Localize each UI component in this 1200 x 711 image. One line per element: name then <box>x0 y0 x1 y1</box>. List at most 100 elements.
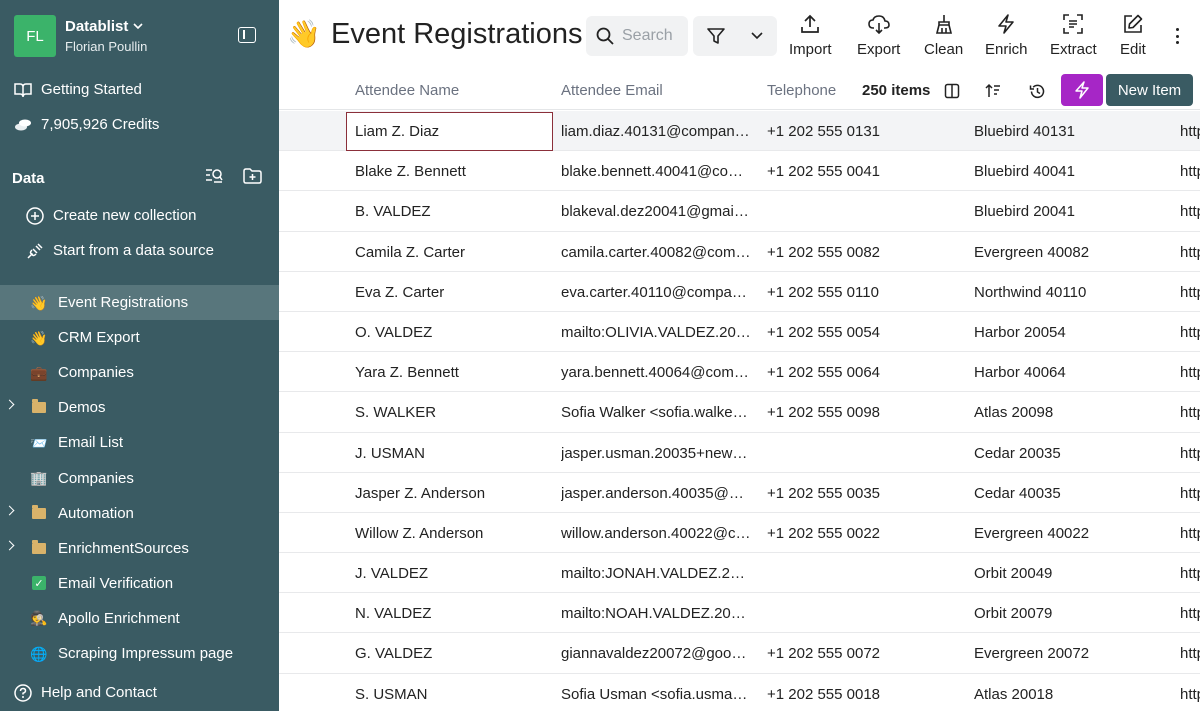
attendee-name-cell[interactable]: S. USMAN <box>355 686 428 703</box>
url-cell[interactable]: https <box>1180 525 1200 542</box>
column-header-attendee-email[interactable]: Attendee Email <box>561 82 663 99</box>
sidebar-collection-item[interactable]: EnrichmentSources <box>0 531 279 566</box>
telephone-cell[interactable]: +1 202 555 0054 <box>767 324 880 341</box>
attendee-email-cell[interactable]: yara.bennett.40064@company-example.com <box>561 364 751 381</box>
table-row[interactable]: G. VALDEZ giannavaldez20072@googlemail.co… <box>279 633 1200 674</box>
clean-button[interactable]: Clean <box>924 12 963 62</box>
attendee-name-cell[interactable]: J. USMAN <box>355 445 425 462</box>
more-options-icon[interactable] <box>1168 26 1186 46</box>
url-cell[interactable]: https <box>1180 163 1200 180</box>
attendee-email-cell[interactable]: blakeval.dez20041@gmail.com <box>561 203 751 220</box>
company-cell[interactable]: Atlas 20098 <box>974 404 1053 421</box>
table-row[interactable]: O. VALDEZ mailto:OLIVIA.VALDEZ.20054@EXAM… <box>279 312 1200 353</box>
table-row[interactable]: Liam Z. Diaz liam.diaz.40131@company-exam… <box>279 111 1200 152</box>
table-row[interactable]: Camila Z. Carter camila.carter.40082@comp… <box>279 232 1200 272</box>
new-item-button[interactable]: New Item <box>1106 74 1193 106</box>
sidebar-collection-item[interactable]: 👋 CRM Export <box>0 320 279 355</box>
attendee-email-cell[interactable]: camila.carter.40082@company-example.com <box>561 244 751 261</box>
sidebar-item-credits[interactable]: 7,905,926 Credits <box>0 107 279 142</box>
company-cell[interactable]: Bluebird 20041 <box>974 203 1075 220</box>
attendee-name-cell[interactable]: O. VALDEZ <box>355 324 432 341</box>
table-row[interactable]: J. VALDEZ mailto:JONAH.VALDEZ.20049@EXAMP… <box>279 553 1200 594</box>
company-cell[interactable]: Orbit 20079 <box>974 605 1052 622</box>
company-cell[interactable]: Bluebird 40131 <box>974 123 1075 140</box>
telephone-cell[interactable]: +1 202 555 0098 <box>767 404 880 421</box>
company-cell[interactable]: Evergreen 40022 <box>974 525 1089 542</box>
company-cell[interactable]: Orbit 20049 <box>974 565 1052 582</box>
attendee-email-cell[interactable]: giannavaldez20072@googlemail.com <box>561 645 751 662</box>
table-row[interactable]: S. WALKER Sofia Walker <sofia.walker.2009… <box>279 392 1200 433</box>
company-cell[interactable]: Evergreen 20072 <box>974 645 1089 662</box>
chevron-right-icon[interactable] <box>4 540 15 551</box>
attendee-email-cell[interactable]: jasper.anderson.40035@company-example.co… <box>561 485 751 502</box>
new-folder-icon[interactable] <box>243 168 262 184</box>
table-row[interactable]: B. VALDEZ blakeval.dez20041@gmail.com Blue… <box>279 191 1200 232</box>
attendee-name-cell[interactable]: J. VALDEZ <box>355 565 428 582</box>
url-cell[interactable]: https <box>1180 244 1200 261</box>
url-cell[interactable]: https <box>1180 324 1200 341</box>
url-cell[interactable]: https <box>1180 605 1200 622</box>
url-cell[interactable]: https <box>1180 203 1200 220</box>
chevron-right-icon[interactable] <box>4 399 15 410</box>
filter-button[interactable] <box>693 16 777 56</box>
telephone-cell[interactable]: +1 202 555 0018 <box>767 686 880 703</box>
attendee-name-cell[interactable]: Blake Z. Bennett <box>355 163 466 180</box>
avatar[interactable]: FL <box>14 15 56 57</box>
telephone-cell[interactable]: +1 202 555 0064 <box>767 364 880 381</box>
url-cell[interactable]: https <box>1180 123 1200 140</box>
table-row[interactable]: N. VALDEZ mailto:NOAH.VALDEZ.20079@EXAMPL… <box>279 593 1200 634</box>
attendee-email-cell[interactable]: jasper.usman.20035+newsletter@example.co… <box>561 445 751 462</box>
table-row[interactable]: Blake Z. Bennett blake.bennett.40041@comp… <box>279 151 1200 192</box>
url-cell[interactable]: https <box>1180 485 1200 502</box>
attendee-email-cell[interactable]: mailto:NOAH.VALDEZ.20079@EXAMPLE.COM <box>561 605 751 622</box>
company-cell[interactable]: Evergreen 40082 <box>974 244 1089 261</box>
company-cell[interactable]: Atlas 20018 <box>974 686 1053 703</box>
attendee-email-cell[interactable]: Sofia Walker <sofia.walker.20098@example… <box>561 404 751 421</box>
search-collections-icon[interactable] <box>205 168 223 184</box>
url-cell[interactable]: https <box>1180 364 1200 381</box>
table-row[interactable]: S. USMAN Sofia Usman <sofia.usman.20018@e… <box>279 674 1200 711</box>
telephone-cell[interactable]: +1 202 555 0035 <box>767 485 880 502</box>
table-row[interactable]: Willow Z. Anderson willow.anderson.40022@… <box>279 513 1200 554</box>
url-cell[interactable]: https <box>1180 565 1200 582</box>
edit-button[interactable]: Edit <box>1120 12 1146 62</box>
attendee-email-cell[interactable]: willow.anderson.40022@company-example.co… <box>561 525 751 542</box>
table-row[interactable]: Eva Z. Carter eva.carter.40110@company-ex… <box>279 272 1200 312</box>
telephone-cell[interactable]: +1 202 555 0110 <box>767 284 879 301</box>
company-cell[interactable]: Harbor 20054 <box>974 324 1066 341</box>
columns-icon[interactable] <box>942 81 962 101</box>
url-cell[interactable]: https <box>1180 284 1200 301</box>
search-input[interactable] <box>622 27 682 45</box>
enrich-button[interactable]: Enrich <box>985 12 1028 62</box>
attendee-name-cell[interactable]: Willow Z. Anderson <box>355 525 483 542</box>
column-header-attendee-name[interactable]: Attendee Name <box>355 82 459 99</box>
sidebar-collection-item[interactable]: Automation <box>0 496 279 531</box>
create-collection-button[interactable]: Create new collection <box>0 198 279 233</box>
url-cell[interactable]: https <box>1180 686 1200 703</box>
start-data-source-button[interactable]: Start from a data source <box>0 233 279 268</box>
telephone-cell[interactable]: +1 202 555 0022 <box>767 525 880 542</box>
table-row[interactable]: Yara Z. Bennett yara.bennett.40064@compan… <box>279 352 1200 393</box>
attendee-name-cell[interactable]: S. WALKER <box>355 404 436 421</box>
chevron-right-icon[interactable] <box>4 505 15 516</box>
sidebar-collection-item[interactable]: 💼 Companies <box>0 355 279 390</box>
help-contact-button[interactable]: Help and Contact <box>0 675 279 710</box>
attendee-name-cell[interactable]: Liam Z. Diaz <box>355 123 439 140</box>
attendee-name-cell[interactable]: B. VALDEZ <box>355 203 431 220</box>
search-box[interactable] <box>586 16 688 56</box>
telephone-cell[interactable]: +1 202 555 0082 <box>767 244 880 261</box>
attendee-name-cell[interactable]: Eva Z. Carter <box>355 284 444 301</box>
sort-icon[interactable] <box>983 81 1003 101</box>
sidebar-collection-item[interactable]: 👋 Event Registrations <box>0 285 279 320</box>
run-enrichment-button[interactable] <box>1061 74 1103 106</box>
attendee-email-cell[interactable]: mailto:JONAH.VALDEZ.20049@EXAMPLE.COM <box>561 565 751 582</box>
attendee-email-cell[interactable]: blake.bennett.40041@company-example.com <box>561 163 751 180</box>
sidebar-collection-item[interactable]: Demos <box>0 390 279 425</box>
company-cell[interactable]: Cedar 20035 <box>974 445 1061 462</box>
url-cell[interactable]: https <box>1180 645 1200 662</box>
history-icon[interactable] <box>1027 81 1047 101</box>
attendee-email-cell[interactable]: liam.diaz.40131@company-example.com <box>561 123 751 140</box>
sidebar-collection-item[interactable]: ✓ Email Verification <box>0 566 279 601</box>
attendee-name-cell[interactable]: Jasper Z. Anderson <box>355 485 485 502</box>
sidebar-collection-item[interactable]: 🏢 Companies <box>0 461 279 496</box>
